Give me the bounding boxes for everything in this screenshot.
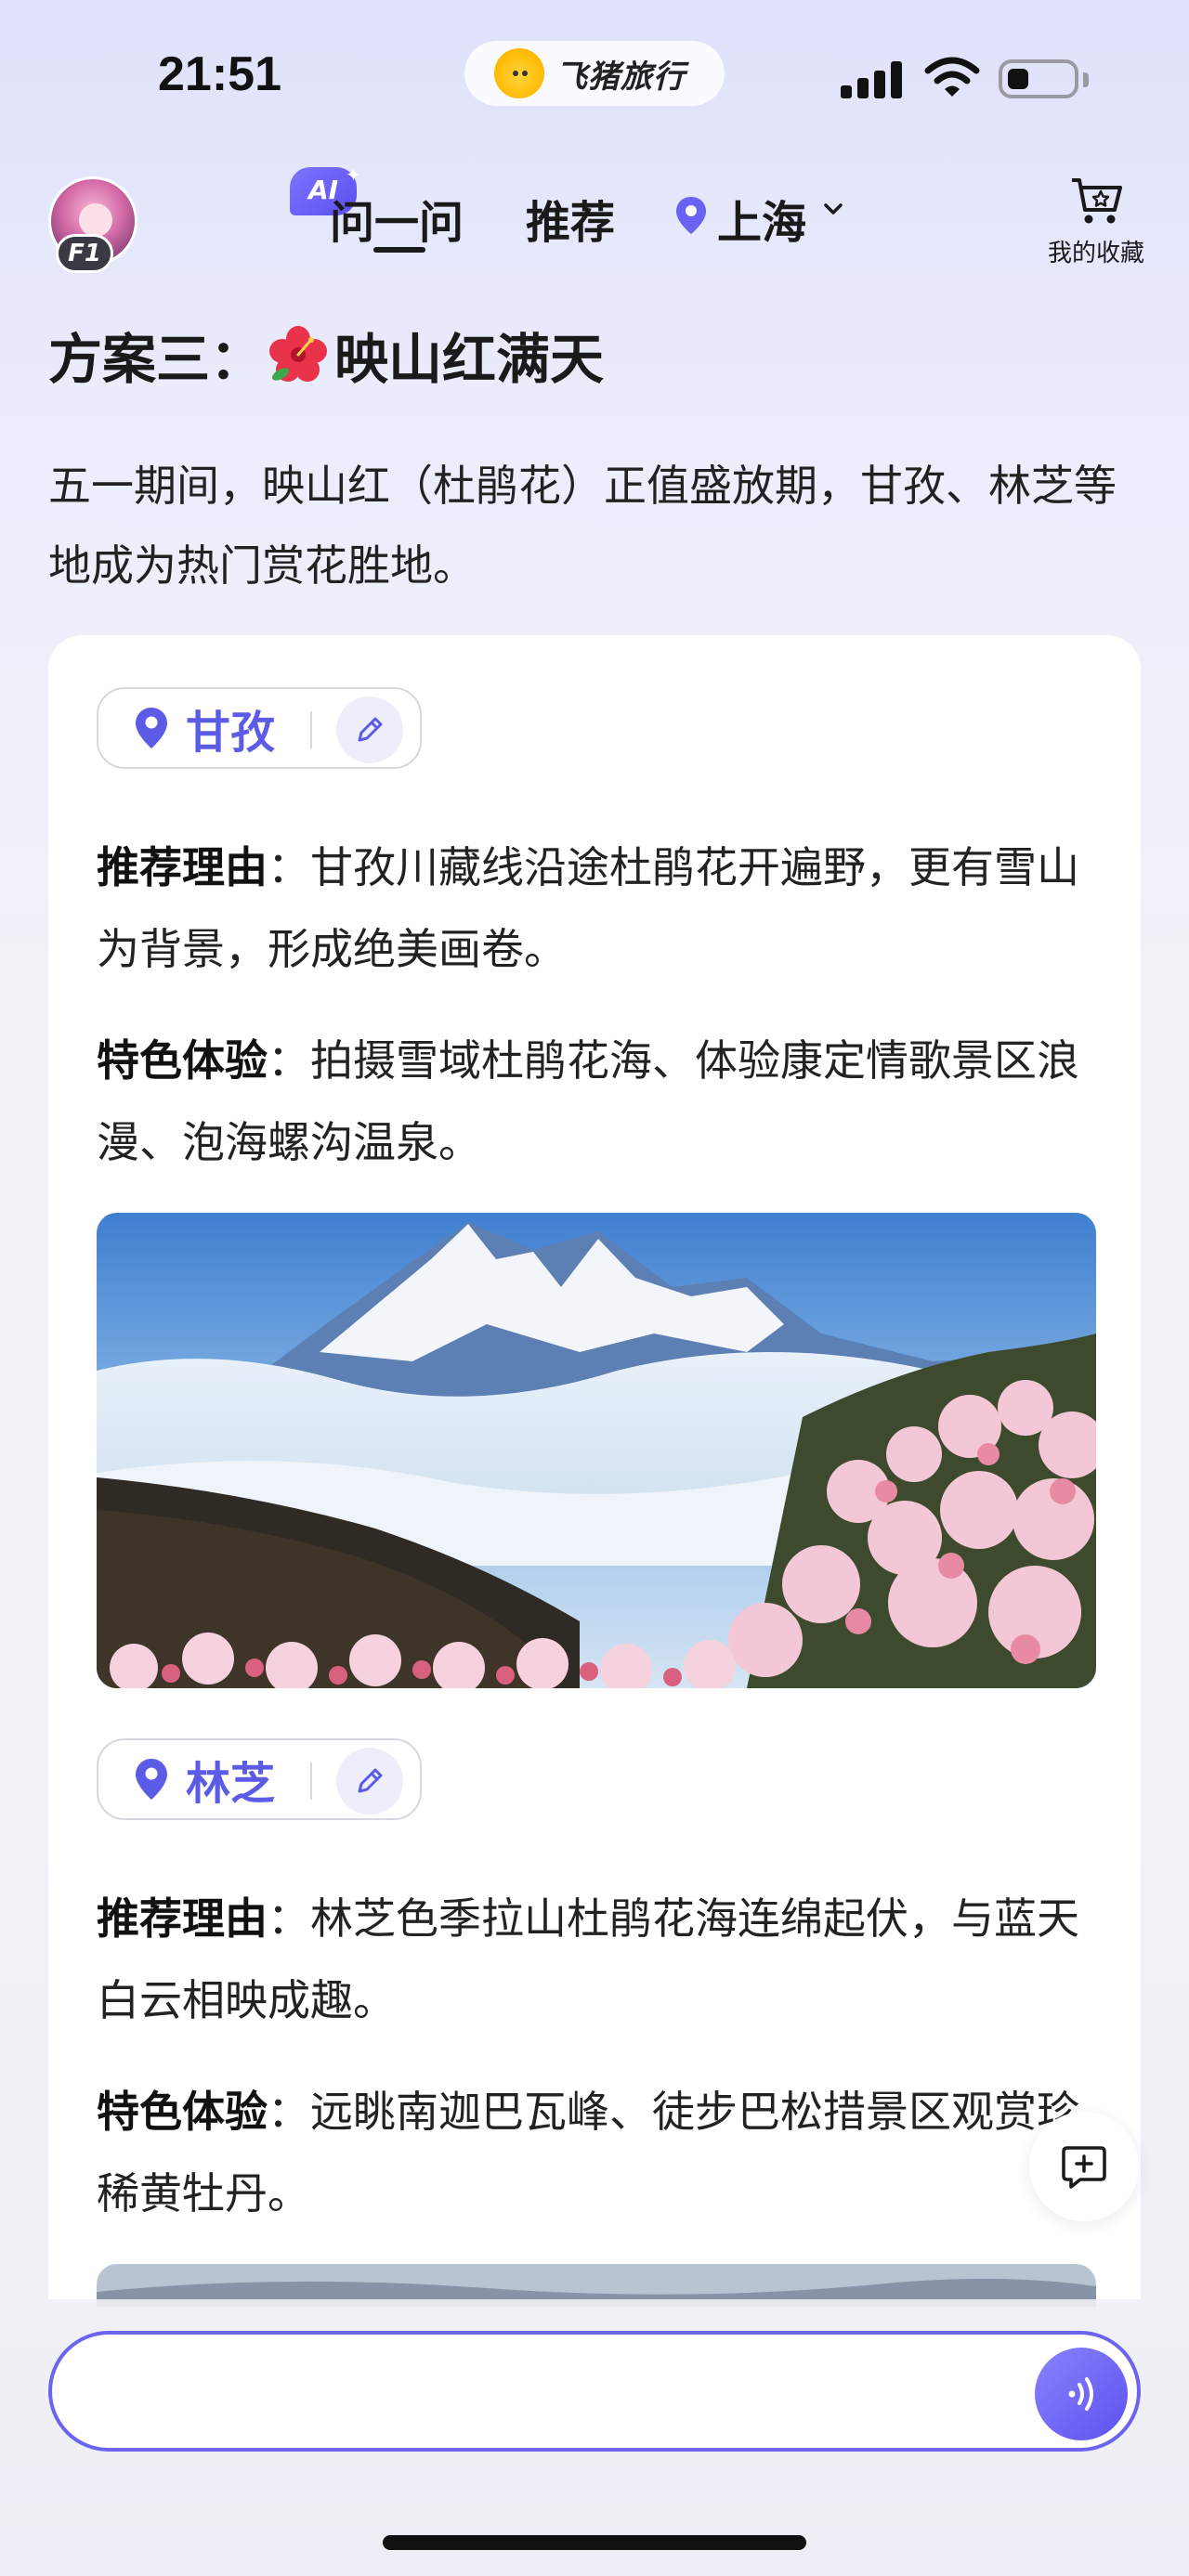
- edit-button[interactable]: [336, 696, 403, 763]
- destination-name: 甘孜: [186, 707, 276, 759]
- wifi-icon: [924, 57, 980, 97]
- chip-divider: [310, 711, 312, 748]
- location-selector[interactable]: 上海: [717, 186, 806, 251]
- chip-divider: [310, 1763, 312, 1800]
- pencil-icon: [358, 717, 383, 742]
- location-pin-icon: [136, 1759, 167, 1800]
- avatar-face: [79, 203, 112, 237]
- favorites-label: 我的收藏: [1047, 240, 1144, 267]
- plan-title-prefix: 方案三：: [48, 328, 265, 391]
- input-placeholder: [266, 2375, 656, 2413]
- tab-recommend[interactable]: 推荐: [526, 186, 615, 251]
- voice-input-button[interactable]: [1035, 2348, 1128, 2440]
- favorites-button[interactable]: 我的收藏: [1031, 171, 1161, 273]
- cart-star-icon: [1072, 178, 1122, 224]
- destination-chip[interactable]: 林芝: [97, 1738, 422, 1820]
- chevron-down-icon[interactable]: [823, 199, 843, 219]
- battery-icon: [999, 59, 1078, 98]
- top-nav: F1 AI ✦ 问一问 推荐 上海 我的收藏: [0, 158, 1189, 288]
- tab-ask[interactable]: 问一问: [330, 186, 464, 251]
- tab-active-indicator: [373, 247, 425, 253]
- destination-card: 甘孜 推荐理由：甘孜川藏线沿途杜鹃花开遍野，更有雪山为背景，形成绝美画卷。 特色…: [48, 635, 1141, 2307]
- home-indicator: [383, 2535, 806, 2550]
- chat-add-icon: [1062, 2146, 1106, 2189]
- experience-label: 特色体验: [97, 1035, 268, 1086]
- status-bar: 21:51 飞猪旅行: [0, 0, 1189, 149]
- destination-name: 林芝: [186, 1758, 276, 1810]
- status-time: 21:51: [158, 47, 281, 101]
- experience-paragraph: 特色体验：远眺南迦巴瓦峰、徒步巴松措景区观赏珍稀黄牡丹。: [97, 2071, 1100, 2234]
- avatar-badge: F1: [56, 234, 113, 273]
- reason-label: 推荐理由: [97, 1893, 268, 1944]
- pencil-icon: [358, 1768, 383, 1793]
- location-pin-icon[interactable]: [674, 195, 708, 236]
- app-indicator-pill[interactable]: 飞猪旅行: [464, 41, 725, 106]
- plan-title: 方案三： 映山红满天: [48, 316, 604, 394]
- new-chat-button[interactable]: [1029, 2112, 1139, 2221]
- intro-text: 五一期间，映山红（杜鹃花）正值盛放期，甘孜、林芝等地成为热门赏花胜地。: [48, 461, 1117, 591]
- fliggy-pig-logo-icon: [494, 48, 544, 98]
- app-name: 飞猪旅行: [555, 58, 686, 96]
- reason-paragraph: 推荐理由：甘孜川藏线沿途杜鹃花开遍野，更有雪山为背景，形成绝美画卷。: [97, 826, 1100, 990]
- hibiscus-flower-icon: [269, 326, 328, 382]
- reason-paragraph: 推荐理由：林芝色季拉山杜鹃花海连绵起伏，与蓝天白云相映成趣。: [97, 1878, 1100, 2041]
- experience-paragraph: 特色体验：拍摄雪域杜鹃花海、体验康定情歌景区浪漫、泡海螺沟温泉。: [97, 1020, 1100, 1183]
- battery-cap: [1083, 72, 1089, 87]
- chat-input[interactable]: [48, 2331, 1141, 2452]
- plan-title-text: 映山红满天: [334, 328, 605, 391]
- location-pin-icon: [136, 708, 167, 748]
- ganzi-snow-mountain-azalea-photo[interactable]: [97, 1213, 1096, 1688]
- reason-label: 推荐理由: [97, 842, 268, 892]
- experience-label: 特色体验: [97, 2087, 268, 2137]
- sparkle-icon: ✦: [346, 163, 361, 186]
- voice-wave-icon: [1068, 2377, 1093, 2411]
- edit-button[interactable]: [336, 1748, 403, 1815]
- cellular-signal-icon: [841, 61, 904, 98]
- destination-chip[interactable]: 甘孜: [97, 687, 422, 769]
